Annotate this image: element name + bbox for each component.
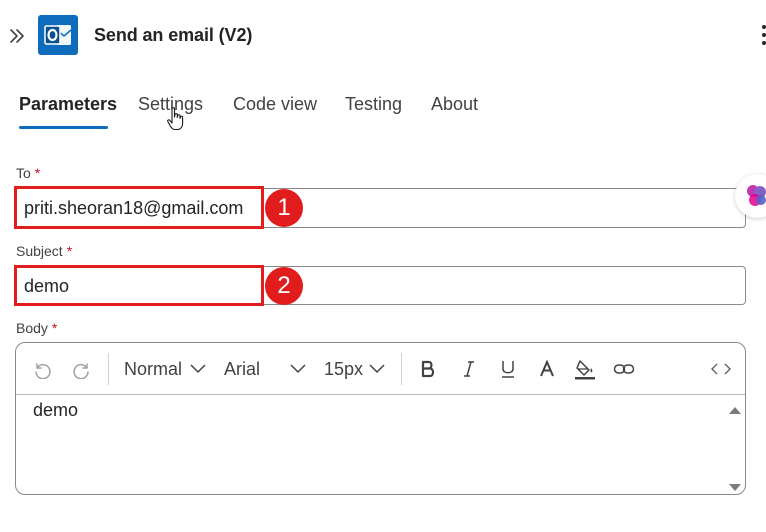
font-chevron-down-icon[interactable] (290, 343, 306, 395)
editor-toolbar: Normal Arial 15px (16, 343, 745, 395)
format-value: Normal (124, 358, 183, 379)
italic-icon[interactable] (462, 343, 476, 395)
chevron-down-icon (190, 364, 206, 374)
format-dropdown[interactable]: Normal (124, 343, 206, 395)
subject-label: Subject * (16, 243, 73, 259)
outlook-icon (38, 15, 78, 55)
tab-testing[interactable]: Testing (345, 94, 402, 115)
active-tab-indicator (19, 126, 108, 129)
underline-icon[interactable] (500, 343, 516, 395)
size-value: 15px (324, 358, 364, 379)
annotation-badge-2: 2 (265, 267, 303, 305)
body-label: Body * (16, 320, 58, 336)
body-editor[interactable]: Normal Arial 15px demo (15, 342, 746, 495)
font-color-icon[interactable] (539, 343, 555, 395)
more-options-icon[interactable] (752, 22, 766, 48)
toolbar-divider (108, 353, 109, 385)
highlight-box-to (14, 186, 264, 229)
size-dropdown[interactable]: 15px (324, 343, 385, 395)
scroll-up-icon[interactable] (728, 402, 742, 414)
highlight-color-icon[interactable] (574, 343, 596, 395)
scroll-down-icon[interactable] (728, 480, 742, 491)
tab-code-view[interactable]: Code view (233, 94, 317, 115)
tab-parameters[interactable]: Parameters (19, 94, 117, 115)
link-icon[interactable] (613, 343, 635, 395)
toolbar-divider (401, 353, 402, 385)
code-view-icon[interactable] (710, 343, 732, 395)
annotation-badge-1: 1 (265, 189, 303, 227)
expand-panel-icon[interactable] (6, 24, 28, 48)
bold-icon[interactable] (420, 343, 436, 395)
redo-icon[interactable] (72, 343, 92, 395)
tab-about[interactable]: About (431, 94, 478, 115)
body-value: demo (33, 400, 79, 420)
action-title: Send an email (V2) (94, 25, 253, 45)
hand-cursor-icon (166, 106, 186, 132)
font-dropdown[interactable]: Arial (224, 343, 260, 395)
chevron-down-icon (369, 364, 385, 374)
undo-icon[interactable] (32, 343, 52, 395)
to-label: To * (16, 165, 41, 181)
font-value: Arial (224, 358, 261, 379)
highlight-box-subject (14, 265, 264, 306)
copilot-icon[interactable] (735, 174, 766, 218)
